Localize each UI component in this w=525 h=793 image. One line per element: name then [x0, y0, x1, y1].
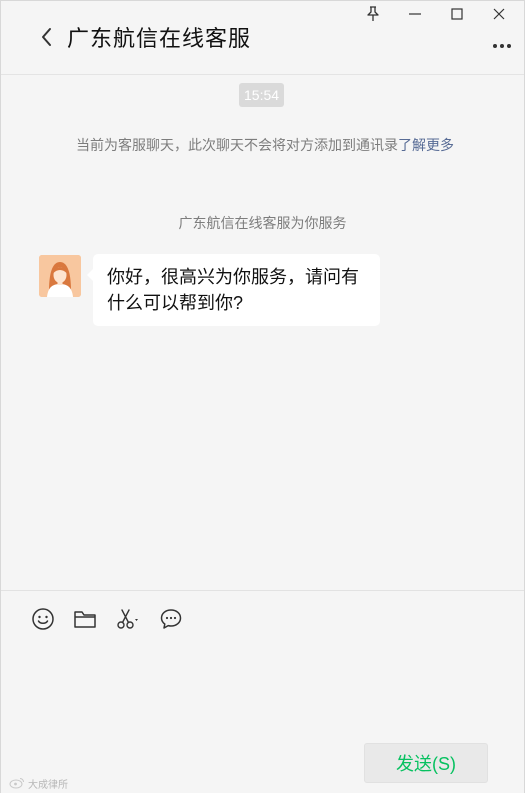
- minimize-button[interactable]: [394, 1, 436, 27]
- maximize-button[interactable]: [436, 1, 478, 27]
- chat-window: 广东航信在线客服 15:54 当前为客服聊天，此次聊天不会将对方添加到通讯录了解…: [0, 0, 525, 793]
- back-button[interactable]: [35, 25, 59, 49]
- service-notice: 当前为客服聊天，此次聊天不会将对方添加到通讯录了解更多: [76, 135, 461, 155]
- more-button[interactable]: [490, 37, 514, 55]
- input-toolbar: [31, 605, 201, 633]
- window-controls: [352, 1, 520, 27]
- chat-history-button[interactable]: [159, 605, 183, 633]
- watermark: 大成律所: [9, 776, 68, 791]
- chevron-left-icon: [42, 28, 51, 46]
- agent-avatar-icon: [39, 255, 81, 297]
- more-icon: [493, 44, 511, 48]
- watermark-text: 大成律所: [28, 779, 68, 791]
- timestamp: 15:54: [239, 83, 285, 107]
- avatar[interactable]: [39, 255, 81, 297]
- chat-area[interactable]: 15:54 当前为客服聊天，此次聊天不会将对方添加到通讯录了解更多 广东航信在线…: [1, 75, 524, 589]
- service-note: 广东航信在线客服为你服务: [178, 215, 347, 231]
- file-button[interactable]: [73, 605, 97, 633]
- message-bubble[interactable]: 你好，很高兴为你服务，请问有什么可以帮到你?: [87, 254, 380, 326]
- page-title: 广东航信在线客服: [67, 26, 252, 51]
- chat-bubble-icon: [160, 609, 182, 629]
- pin-icon: [367, 6, 379, 21]
- message-input-area[interactable]: 发送(S): [1, 590, 524, 793]
- scissors-icon: [117, 609, 138, 629]
- emoji-icon: [32, 608, 54, 630]
- notice-text: 当前为客服聊天，此次聊天不会将对方添加到通讯录: [76, 137, 398, 153]
- learn-more-link[interactable]: 了解更多: [398, 137, 454, 153]
- weibo-icon: [9, 778, 24, 789]
- screenshot-button[interactable]: [115, 605, 141, 633]
- maximize-icon: [451, 8, 463, 20]
- chat-header: 广东航信在线客服: [1, 1, 524, 75]
- folder-icon: [74, 611, 96, 628]
- minimize-icon: [409, 13, 421, 15]
- emoji-button[interactable]: [31, 605, 55, 633]
- send-button[interactable]: 发送(S): [364, 743, 488, 783]
- pin-button[interactable]: [352, 1, 394, 27]
- close-button[interactable]: [478, 1, 520, 27]
- close-icon: [493, 8, 505, 20]
